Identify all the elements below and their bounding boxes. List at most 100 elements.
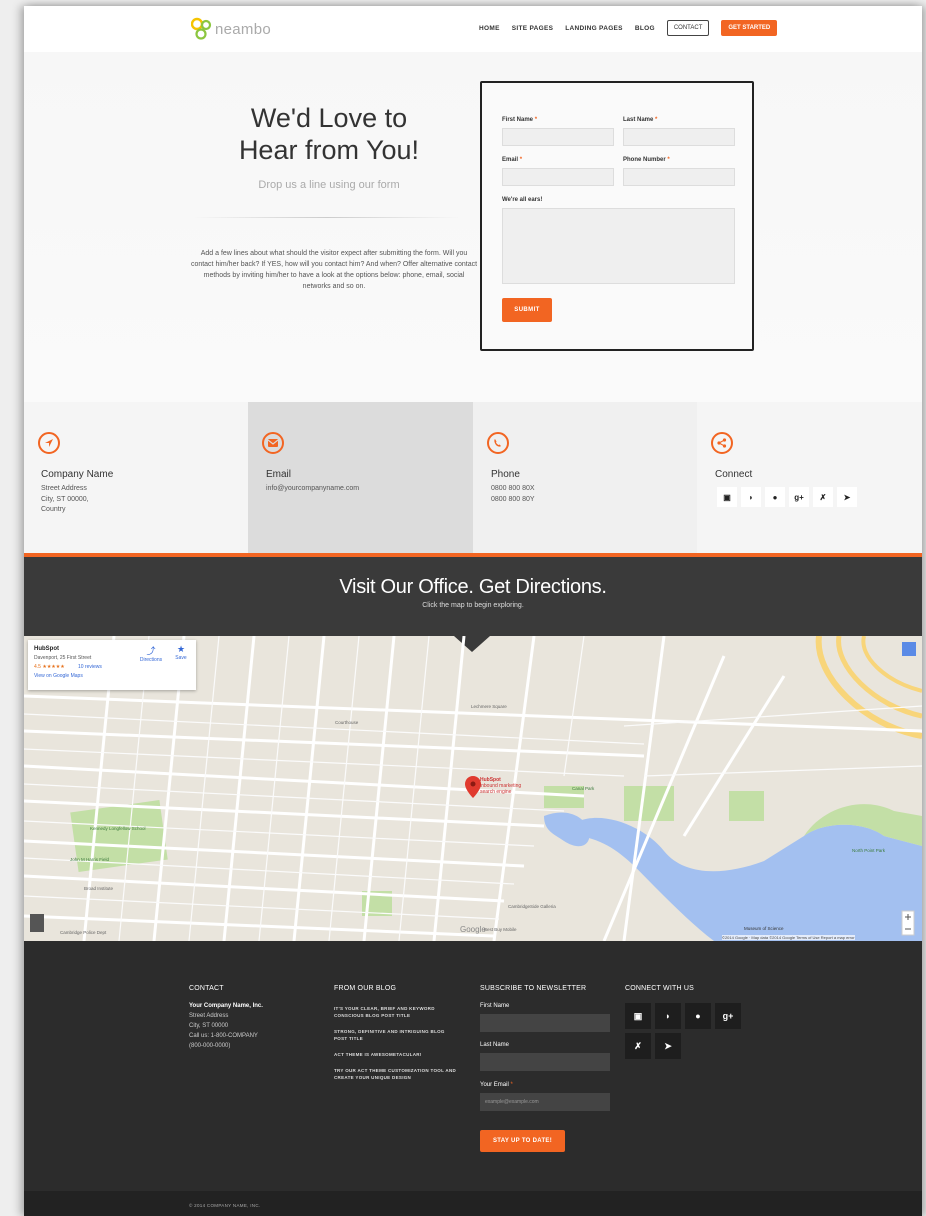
save-button[interactable]: ★ Save: [170, 644, 192, 661]
company-address: Street Address City, ST 00000, Country: [41, 485, 89, 513]
google-logo: Google: [460, 925, 486, 934]
map-place-card: HubSpot Davenport, 25 First Street 4.5 ★…: [28, 640, 196, 690]
email-label: Email *: [502, 157, 523, 163]
map-label-courthouse: Courthouse: [335, 720, 359, 725]
hero-title: We'd Love to Hear from You!: [184, 102, 474, 166]
footer-newsletter-heading: SUBSCRIBE TO NEWSLETTER: [480, 985, 587, 992]
footer-contact-heading: CONTACT: [189, 985, 224, 992]
map-label-broad: Broad Institute: [84, 886, 114, 891]
phone-input[interactable]: [623, 168, 735, 186]
footer-social-icons: ▣ ◗ ● g+ ✗ ➤: [625, 1003, 745, 1059]
newsletter-last-name-label: Last Name: [480, 1042, 510, 1048]
twitter-icon[interactable]: ➤: [837, 487, 857, 507]
footer-blog-post[interactable]: IT'S YOUR CLEAR, BRIEF AND KEYWORD CONSC…: [334, 1005, 459, 1019]
place-title: HubSpot: [34, 646, 59, 652]
location-arrow-icon: [38, 432, 60, 454]
map-pin-label: HubSpot inbound marketing search engine: [480, 777, 522, 795]
copyright-text: © 2014 COMPANY NAME, INC.: [189, 1203, 261, 1208]
map-label-museum: Museum of Science: [744, 926, 784, 931]
newsletter-first-name-label: First Name: [480, 1003, 510, 1009]
site-footer: CONTACT Your Company Name, Inc. Street A…: [24, 941, 922, 1191]
hero-title-line1: We'd Love to: [250, 103, 408, 133]
footer-contact-info: Your Company Name, Inc. Street Address C…: [189, 1003, 263, 1049]
map-label-best-buy: Best Buy Mobile: [484, 927, 517, 932]
submit-button[interactable]: SUBMIT: [502, 298, 552, 322]
envelope-icon: [262, 432, 284, 454]
hero-section: We'd Love to Hear from You! Drop us a li…: [24, 52, 922, 402]
map-label-kennedy: Kennedy Longfellow School: [90, 826, 146, 831]
google-plus-icon[interactable]: g+: [789, 487, 809, 507]
social-icons-row: ▣ ◗ ● g+ ✗ ➤: [717, 487, 857, 507]
page: neambo HOME SITE PAGES LANDING PAGES BLO…: [24, 6, 922, 1216]
google-map[interactable]: HubSpot Davenport, 25 First Street 4.5 ★…: [24, 636, 922, 941]
map-label-john-m: John M Harris Field: [70, 857, 110, 862]
stay-up-to-date-button[interactable]: STAY UP TO DATE!: [480, 1130, 565, 1152]
contact-form: First Name * Last Name * Email * Phone N…: [480, 81, 754, 351]
xing-icon[interactable]: ✗: [625, 1033, 651, 1059]
phone-title: Phone: [491, 469, 520, 480]
map-label-cambridgeside: CambridgeSide Galleria: [508, 904, 556, 909]
last-name-label: Last Name *: [623, 117, 658, 123]
footer-blog-heading: FROM OUR BLOG: [334, 985, 397, 992]
footer-connect-heading: CONNECT WITH US: [625, 985, 694, 992]
hero-title-line2: Hear from You!: [238, 135, 420, 165]
pinterest-icon[interactable]: ●: [765, 487, 785, 507]
youtube-icon[interactable]: ▣: [717, 487, 737, 507]
nav-contact-button[interactable]: CONTACT: [666, 20, 710, 36]
hero-body-text: Add a few lines about what should the vi…: [190, 250, 478, 290]
connect-title: Connect: [715, 469, 753, 480]
footer-blog-post[interactable]: TRY OUR ACT THEME CUSTOMIZATION TOOL AND…: [334, 1067, 459, 1081]
star-icon: ★: [176, 644, 186, 654]
footer-blog-post[interactable]: ACT THEME IS AWESOMETACULAR!: [334, 1051, 459, 1058]
nav-site-pages[interactable]: SITE PAGES: [512, 25, 554, 32]
newsletter-first-name-input[interactable]: [480, 1014, 610, 1032]
get-started-button[interactable]: GET STARTED: [721, 20, 778, 36]
last-name-input[interactable]: [623, 128, 735, 146]
first-name-input[interactable]: [502, 128, 614, 146]
connect-info-card: Connect ▣ ◗ ● g+ ✗ ➤: [697, 402, 922, 553]
phone-icon: [487, 432, 509, 454]
email-input[interactable]: [502, 168, 614, 186]
phone-numbers: 0800 800 80X 0800 800 80Y: [491, 485, 535, 503]
map-attribution[interactable]: ©2014 Google · Map data ©2014 Google Ter…: [722, 935, 855, 940]
newsletter-email-input[interactable]: example@example.com: [480, 1093, 610, 1111]
email-address[interactable]: info@yourcompanyname.com: [266, 484, 359, 495]
logo-text: neambo: [215, 20, 272, 38]
place-rating: 4.5 ★★★★★: [34, 664, 65, 670]
map-label-lechmere: Lechmere Square: [471, 704, 507, 709]
email-title: Email: [266, 469, 292, 480]
phone-info-card: Phone 0800 800 80X 0800 800 80Y: [473, 402, 698, 553]
share-icon: [711, 432, 733, 454]
message-label: We're all ears!: [502, 197, 543, 203]
divider: [192, 217, 462, 218]
footer-blog-post[interactable]: STRONG, DEFINITIVE AND INTRIGUING BLOG P…: [334, 1028, 459, 1042]
pinterest-icon[interactable]: ●: [685, 1003, 711, 1029]
twitter-icon[interactable]: ➤: [655, 1033, 681, 1059]
email-info-card: Email info@yourcompanyname.com: [248, 402, 473, 553]
place-address: Davenport, 25 First Street: [34, 655, 92, 661]
newsletter-last-name-input[interactable]: [480, 1053, 610, 1071]
hero-subtitle: Drop us a line using our form: [258, 179, 400, 191]
xing-icon[interactable]: ✗: [813, 487, 833, 507]
rss-icon[interactable]: ◗: [741, 487, 761, 507]
directions-button[interactable]: ⤴ Directions: [136, 644, 166, 663]
youtube-icon[interactable]: ▣: [625, 1003, 651, 1029]
map-label-police: Cambridge Police Dept: [60, 930, 107, 935]
company-info-card: Company Name Street Address City, ST 000…: [24, 402, 249, 553]
place-reviews[interactable]: 10 reviews: [78, 664, 102, 670]
phone-label: Phone Number *: [623, 157, 670, 163]
company-title: Company Name: [41, 469, 114, 480]
view-on-google-maps-link[interactable]: View on Google Maps: [34, 673, 83, 679]
newsletter-email-label: Your Email *: [480, 1082, 513, 1088]
visit-subtitle: Click the map to begin exploring.: [422, 602, 524, 609]
site-header: neambo HOME SITE PAGES LANDING PAGES BLO…: [24, 6, 922, 52]
message-textarea[interactable]: [502, 208, 735, 284]
google-plus-icon[interactable]: g+: [715, 1003, 741, 1029]
rss-icon[interactable]: ◗: [655, 1003, 681, 1029]
nav-home[interactable]: HOME: [479, 25, 500, 32]
nav-blog[interactable]: BLOG: [635, 25, 655, 32]
first-name-label: First Name *: [502, 117, 538, 123]
logo[interactable]: neambo: [191, 16, 271, 42]
newsletter-email-placeholder: example@example.com: [485, 1099, 539, 1105]
nav-landing-pages[interactable]: LANDING PAGES: [565, 25, 623, 32]
